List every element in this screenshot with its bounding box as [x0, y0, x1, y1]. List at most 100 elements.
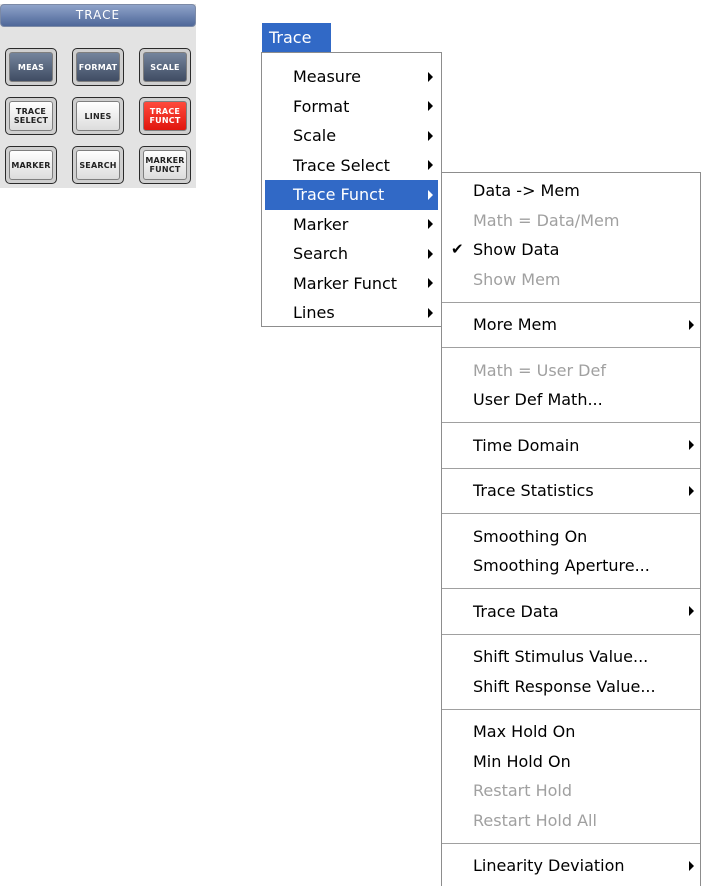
- trace-menu-item-search[interactable]: Search: [262, 239, 441, 269]
- menu-item-label: Trace Data: [473, 601, 559, 621]
- trace-funct-key-label: TRACE FUNCT: [143, 101, 187, 131]
- menu-item-label: Measure: [293, 67, 361, 86]
- submenu-arrow-icon: [428, 219, 433, 230]
- menu-item-label: Time Domain: [473, 435, 580, 455]
- trace-funct-submenu: Data -> Mem Math = Data/Mem ✔ Show Data Show…: [441, 172, 701, 886]
- menu-item-label: Linearity Deviation: [473, 856, 625, 875]
- trace-menu-item-trace-funct[interactable]: Trace Funct: [265, 180, 438, 210]
- trace-menu-item-measure[interactable]: Measure: [262, 62, 441, 92]
- submenu-arrow-icon: [428, 307, 433, 318]
- submenu-arrow-icon: [689, 606, 694, 617]
- menu-item-label: Min Hold On: [473, 751, 571, 771]
- trace-select-key[interactable]: TRACE SELECT: [5, 97, 57, 135]
- menu-item-label: Trace Select: [293, 155, 390, 175]
- menu-item-label: Shift Stimulus Value...: [473, 647, 649, 666]
- trace-funct-item-math-user-def: Math = User Def: [442, 356, 700, 386]
- submenu-arrow-icon: [428, 71, 433, 82]
- menu-separator: [442, 842, 700, 844]
- submenu-arrow-icon: [689, 485, 694, 496]
- marker-funct-key-label: MARKER FUNCT: [143, 150, 187, 180]
- trace-funct-item-show-data[interactable]: ✔ Show Data: [442, 235, 700, 265]
- trace-menu-item-marker[interactable]: Marker: [262, 210, 441, 240]
- trace-funct-item-trace-statistics[interactable]: Trace Statistics: [442, 476, 700, 506]
- menu-item-label: User Def Math...: [473, 390, 603, 409]
- trace-funct-item-min-hold-on[interactable]: Min Hold On: [442, 747, 700, 777]
- menu-item-label: Format: [293, 96, 350, 116]
- menubar-trace[interactable]: Trace: [262, 23, 331, 52]
- meas-key-label: MEAS: [9, 52, 53, 82]
- submenu-arrow-icon: [428, 278, 433, 289]
- trace-menu-item-lines[interactable]: Lines: [262, 298, 441, 328]
- panel-title: TRACE: [0, 4, 196, 27]
- menu-separator: [442, 513, 700, 514]
- scale-key-label: SCALE: [143, 52, 187, 82]
- trace-menu-item-scale[interactable]: Scale: [262, 121, 441, 151]
- menu-separator: [442, 301, 700, 303]
- menu-separator: [442, 467, 700, 469]
- submenu-arrow-icon: [428, 248, 433, 259]
- menu-item-label: Math = Data/Mem: [473, 210, 620, 230]
- submenu-arrow-icon: [689, 860, 694, 871]
- marker-key[interactable]: MARKER: [5, 146, 57, 184]
- submenu-arrow-icon: [428, 189, 433, 200]
- menu-item-label: Smoothing On: [473, 526, 588, 546]
- trace-funct-item-user-def-math[interactable]: User Def Math...: [442, 385, 700, 415]
- submenu-arrow-icon: [689, 319, 694, 330]
- format-key-label: FORMAT: [76, 52, 120, 82]
- submenu-arrow-icon: [428, 160, 433, 171]
- lines-key[interactable]: LINES: [72, 97, 124, 135]
- menu-item-label: Shift Response Value...: [473, 676, 656, 696]
- submenu-arrow-icon: [689, 440, 694, 451]
- menu-item-label: Restart Hold All: [473, 810, 597, 830]
- menu-item-label: Marker: [293, 214, 349, 234]
- search-key-label: SEARCH: [76, 150, 120, 180]
- scale-key[interactable]: SCALE: [139, 48, 191, 86]
- trace-funct-item-shift-response-value[interactable]: Shift Response Value...: [442, 672, 700, 702]
- lines-key-label: LINES: [76, 101, 120, 131]
- trace-hardkey-panel: TRACE MEAS FORMAT SCALE TRACE SELECT LIN…: [0, 4, 196, 188]
- trace-funct-item-trace-data[interactable]: Trace Data: [442, 597, 700, 627]
- menu-item-label: Math = User Def: [473, 360, 606, 380]
- trace-funct-item-data-mem[interactable]: Data -> Mem: [442, 176, 700, 206]
- menu-item-label: Max Hold On: [473, 722, 576, 741]
- trace-funct-item-shift-stimulus-value[interactable]: Shift Stimulus Value...: [442, 642, 700, 672]
- menu-item-label: Lines: [293, 303, 335, 322]
- menu-item-label: Smoothing Aperture...: [473, 556, 650, 575]
- menu-item-label: Trace Statistics: [473, 481, 594, 500]
- trace-menu-item-format[interactable]: Format: [262, 92, 441, 122]
- trace-select-key-label: TRACE SELECT: [9, 101, 53, 131]
- submenu-arrow-icon: [428, 130, 433, 141]
- trace-menu: Measure Format Scale Trace Select Trace Func…: [261, 52, 442, 327]
- trace-funct-item-math-data-mem: Math = Data/Mem: [442, 206, 700, 236]
- marker-key-label: MARKER: [9, 150, 53, 180]
- trace-funct-item-smoothing-on[interactable]: Smoothing On: [442, 522, 700, 552]
- trace-menu-item-trace-select[interactable]: Trace Select: [262, 151, 441, 181]
- menu-separator: [442, 422, 700, 423]
- search-key[interactable]: SEARCH: [72, 146, 124, 184]
- menu-item-label: Search: [293, 244, 348, 263]
- menu-item-label: Show Mem: [473, 269, 561, 289]
- marker-funct-key[interactable]: MARKER FUNCT: [139, 146, 191, 184]
- trace-funct-item-restart-hold: Restart Hold: [442, 776, 700, 806]
- menu-separator: [442, 347, 700, 348]
- trace-funct-item-max-hold-on[interactable]: Max Hold On: [442, 717, 700, 747]
- menu-item-label: Data -> Mem: [473, 181, 580, 200]
- trace-menu-item-marker-funct[interactable]: Marker Funct: [262, 269, 441, 299]
- menu-item-label: Show Data: [473, 240, 560, 259]
- trace-funct-item-smoothing-aperture[interactable]: Smoothing Aperture...: [442, 551, 700, 581]
- meas-key[interactable]: MEAS: [5, 48, 57, 86]
- menu-separator: [442, 588, 700, 589]
- trace-funct-item-show-mem: Show Mem: [442, 265, 700, 295]
- menu-item-label: Scale: [293, 126, 337, 145]
- format-key[interactable]: FORMAT: [72, 48, 124, 86]
- menu-item-label: Trace Funct: [293, 185, 385, 204]
- menu-item-label: More Mem: [473, 315, 557, 334]
- trace-funct-item-more-mem[interactable]: More Mem: [442, 310, 700, 340]
- menu-item-label: Marker Funct: [293, 273, 398, 293]
- trace-funct-key[interactable]: TRACE FUNCT: [139, 97, 191, 135]
- trace-funct-item-restart-hold-all: Restart Hold All: [442, 806, 700, 836]
- menu-separator: [442, 633, 700, 635]
- checkmark-icon: ✔: [451, 240, 464, 258]
- trace-funct-item-time-domain[interactable]: Time Domain: [442, 431, 700, 461]
- trace-funct-item-linearity-deviation[interactable]: Linearity Deviation: [442, 851, 700, 881]
